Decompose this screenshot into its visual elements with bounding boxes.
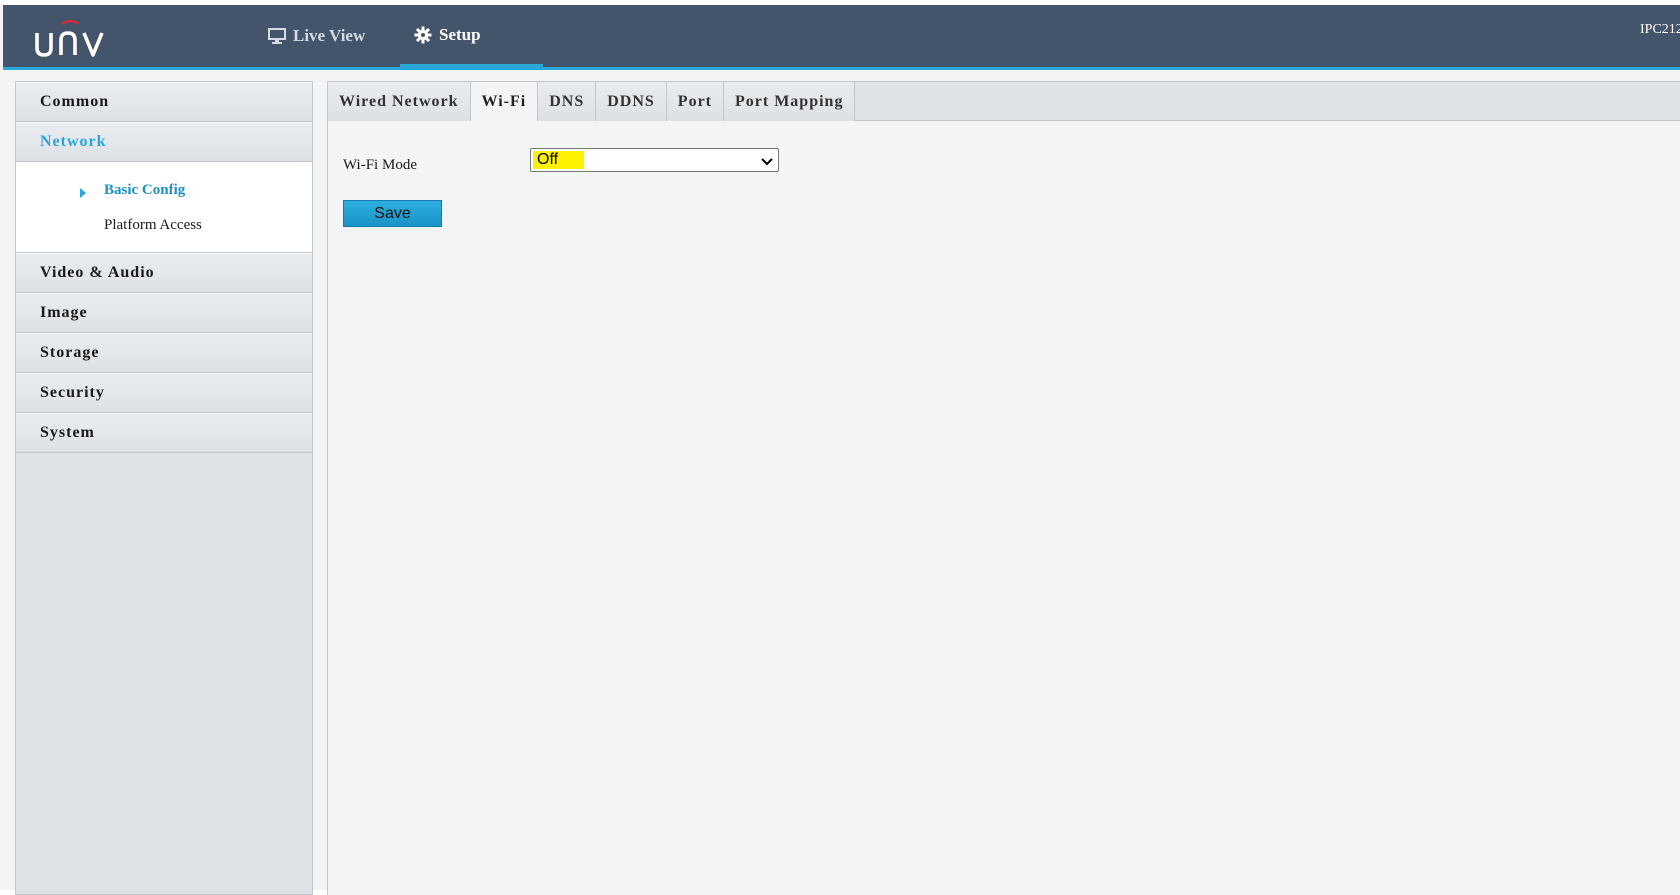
chevron-down-icon bbox=[761, 154, 773, 172]
sidebar-menu-common[interactable]: Common bbox=[16, 82, 312, 122]
page-frame: Live View Setup IPC212 Common Network Ba… bbox=[0, 5, 1680, 895]
sidebar-menu-storage[interactable]: Storage bbox=[16, 333, 312, 373]
triangle-right-icon bbox=[80, 188, 86, 198]
unv-logo bbox=[35, 19, 104, 57]
sidebar-menu-label: Common bbox=[40, 93, 110, 110]
nav-setup[interactable]: Setup bbox=[400, 5, 543, 67]
sidebar-menu-label: Image bbox=[40, 304, 88, 321]
nav-setup-label: Setup bbox=[439, 24, 481, 44]
tab-dns[interactable]: DNS bbox=[538, 82, 597, 121]
nav-live-view[interactable]: Live View bbox=[268, 5, 365, 67]
header-accent-line bbox=[3, 67, 1680, 70]
sidebar-menu-label: Security bbox=[40, 384, 105, 401]
wifi-mode-label: Wi-Fi Mode bbox=[343, 157, 417, 173]
sidebar-menu-label: Network bbox=[40, 133, 107, 150]
device-name: IPC2122 bbox=[1640, 22, 1680, 37]
monitor-icon bbox=[268, 28, 286, 44]
sidebar-menu-image[interactable]: Image bbox=[16, 293, 312, 333]
save-button[interactable]: Save bbox=[343, 200, 442, 227]
sidebar-menu-label: Storage bbox=[40, 344, 100, 361]
wifi-mode-value: Off bbox=[533, 151, 585, 169]
sidebar-item-basic-config[interactable]: Basic Config bbox=[104, 182, 185, 199]
tab-wifi[interactable]: Wi-Fi bbox=[470, 82, 539, 122]
sidebar-item-platform-access[interactable]: Platform Access bbox=[104, 217, 202, 234]
sidebar-menu-video-audio[interactable]: Video & Audio bbox=[16, 253, 312, 293]
sidebar-menu-label: Video & Audio bbox=[40, 264, 155, 281]
sidebar-menu-system[interactable]: System bbox=[16, 413, 312, 453]
wifi-mode-select[interactable]: Off bbox=[530, 148, 779, 172]
tab-wired-network[interactable]: Wired Network bbox=[328, 82, 471, 121]
sidebar-menu-label: System bbox=[40, 424, 95, 441]
sidebar-menu-security[interactable]: Security bbox=[16, 373, 312, 413]
tab-bar: Wired Network Wi-Fi DNS DDNS Port Port M… bbox=[327, 81, 1680, 122]
sidebar-menu-network[interactable]: Network bbox=[16, 122, 312, 162]
sidebar: Common Network Basic Config Platform Acc… bbox=[15, 81, 313, 895]
top-navigation-bar: Live View Setup IPC212 bbox=[3, 5, 1680, 67]
gear-icon bbox=[414, 26, 432, 44]
nav-live-view-label: Live View bbox=[293, 26, 366, 45]
wifi-settings-panel: Wi-Fi Mode Off Save bbox=[327, 121, 1680, 895]
tab-ddns[interactable]: DDNS bbox=[596, 82, 667, 121]
network-submenu: Basic Config Platform Access bbox=[16, 162, 312, 253]
tab-port-mapping[interactable]: Port Mapping bbox=[724, 82, 856, 121]
tab-port[interactable]: Port bbox=[666, 82, 724, 121]
